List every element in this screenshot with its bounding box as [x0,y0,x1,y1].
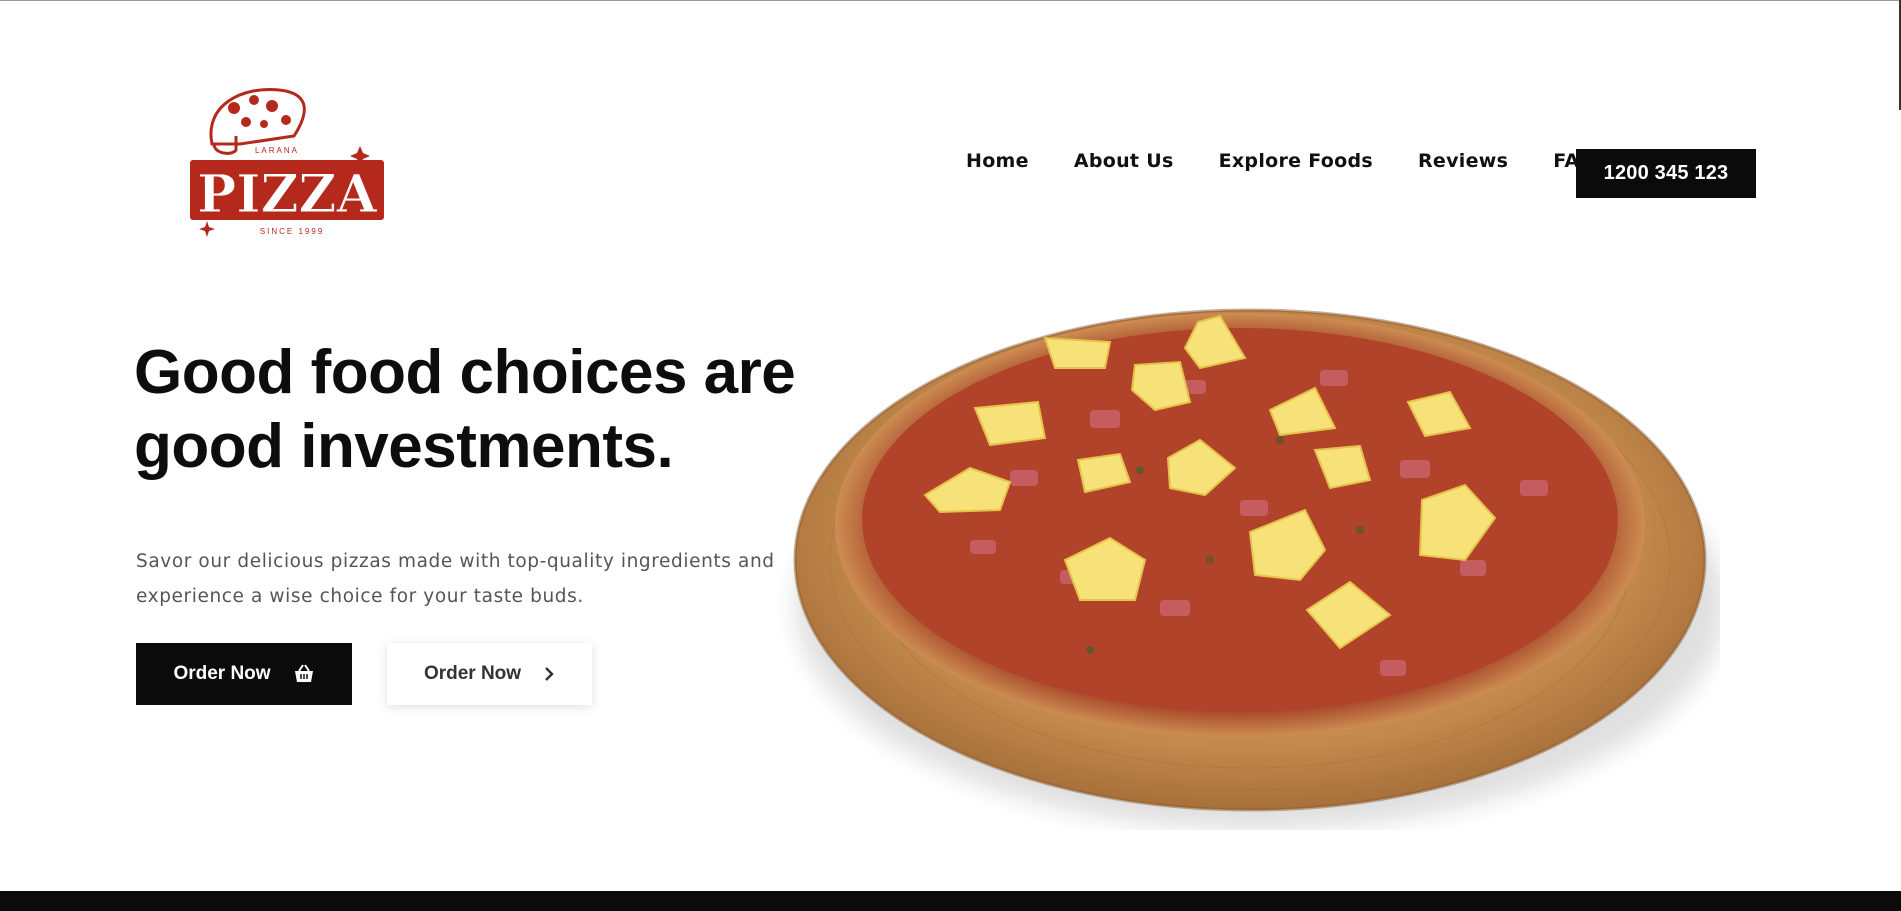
phone-button[interactable]: 1200 345 123 [1576,149,1756,198]
brand-since: SINCE 1999 [260,227,324,236]
order-now-label: Order Now [173,663,271,684]
nav-home[interactable]: Home [966,150,1029,172]
order-now-button-secondary[interactable]: Order Now [387,643,592,705]
hero-headline-line1: Good food choices are [134,338,796,407]
nav-reviews[interactable]: Reviews [1418,150,1508,172]
order-now-label: Order Now [423,663,522,684]
footer-bar [0,891,1901,911]
brand-name: PIZZA [197,164,377,225]
nav-about-us[interactable]: About Us [1074,150,1174,172]
main-nav: Home About Us Explore Foods Reviews FAQ [966,150,1596,172]
pizza-logo[interactable]: LARANA PIZZA SINCE 1999 [174,84,394,240]
hero-headline: Good food choices are good investments. [134,336,814,484]
nav-explore-foods[interactable]: Explore Foods [1219,150,1373,172]
hero-description: Savor our delicious pizzas made with top… [136,544,836,614]
order-now-button-primary[interactable]: Order Now [136,643,352,705]
chevron-right-icon [543,666,555,682]
brand-top-text: LARANA [255,146,299,155]
hero-description-line2: experience a wise choice for your taste … [136,586,584,607]
pizza-image [793,308,1720,830]
hero-description-line1: Savor our delicious pizzas made with top… [136,551,775,572]
basket-icon [293,664,315,684]
top-border [0,0,1901,1]
hero-headline-line2: good investments. [134,412,674,481]
pizza-slice-illustration [209,87,306,155]
